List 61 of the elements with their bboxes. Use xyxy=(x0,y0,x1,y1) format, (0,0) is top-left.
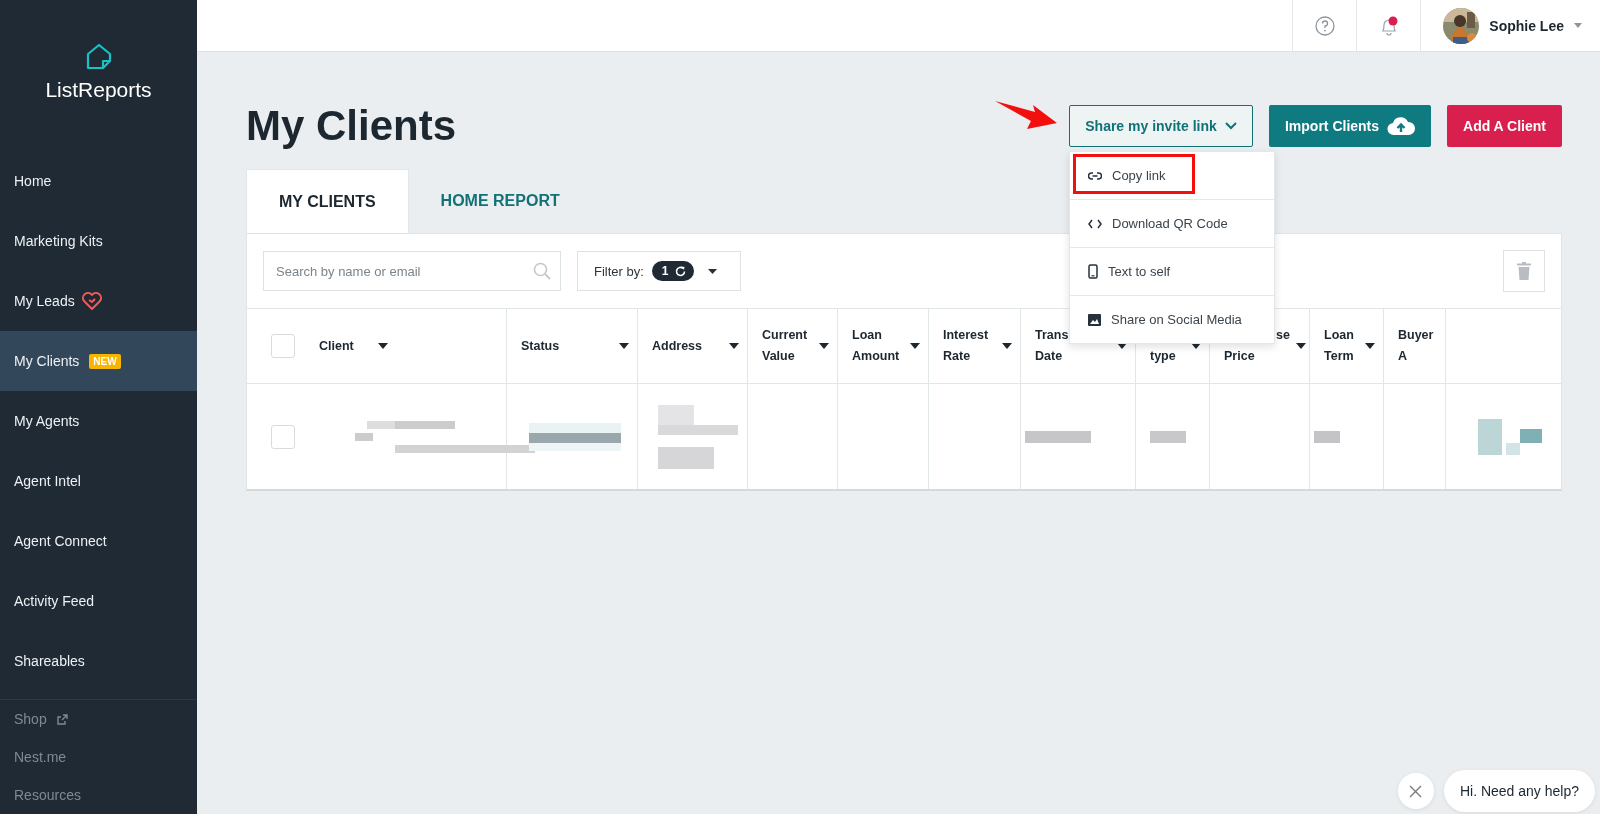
heart-icon xyxy=(80,291,103,311)
filter-dropdown[interactable]: Filter by: 1 xyxy=(577,251,741,291)
caret-icon[interactable] xyxy=(1574,23,1582,28)
trash-icon xyxy=(1517,262,1531,280)
user-name[interactable]: Sophie Lee xyxy=(1489,17,1564,34)
image-icon xyxy=(1088,313,1101,326)
delete-button[interactable] xyxy=(1503,250,1545,292)
phone-icon xyxy=(1088,264,1098,279)
add-client-button[interactable]: Add A Client xyxy=(1447,105,1562,147)
link-icon xyxy=(1088,171,1102,180)
column-header[interactable]: Current Value xyxy=(762,325,808,367)
page-title: My Clients xyxy=(246,102,457,150)
caret-icon xyxy=(707,268,717,274)
nav-item[interactable]: Shareables xyxy=(0,631,197,691)
row-checkbox[interactable] xyxy=(271,424,295,449)
code-icon xyxy=(1088,218,1102,229)
column-header[interactable]: Address xyxy=(652,335,703,357)
nav-item[interactable]: My Agents xyxy=(0,391,197,451)
nav-item[interactable]: My Leads xyxy=(0,271,197,331)
nav-link[interactable]: Nest.me xyxy=(0,738,197,776)
filter-count-badge: 1 xyxy=(651,261,694,281)
chat-bubble[interactable]: Hi. Need any help? xyxy=(1443,770,1595,812)
refresh-icon xyxy=(674,265,686,277)
column-header[interactable]: Loan Amount xyxy=(852,325,900,367)
help-icon[interactable] xyxy=(1314,15,1335,36)
share-invite-link-button[interactable]: Share my invite link xyxy=(1069,105,1253,147)
chevron-icon xyxy=(1224,122,1237,130)
nav-item[interactable]: My Clients NEW xyxy=(0,331,197,391)
blurred-text xyxy=(1150,430,1186,443)
column-header[interactable]: Loan Term xyxy=(1324,325,1354,367)
new-badge: NEW xyxy=(89,353,121,369)
select-all-checkbox[interactable] xyxy=(271,334,295,358)
nav-item[interactable]: Activity Feed xyxy=(0,571,197,631)
column-header[interactable]: type xyxy=(1150,346,1176,367)
column-header[interactable]: Buyer A xyxy=(1398,325,1437,367)
column-header[interactable]: Interest Rate xyxy=(943,325,989,367)
blurred-text xyxy=(1314,430,1340,443)
search-icon xyxy=(533,262,551,280)
tab[interactable]: HOME REPORT xyxy=(408,169,592,233)
logo-text: ListReports xyxy=(45,78,152,102)
column-header[interactable]: Status xyxy=(521,335,560,357)
search-field[interactable]: Search by name or email xyxy=(263,251,561,291)
nav-item[interactable]: Marketing Kits xyxy=(0,211,197,271)
column-header[interactable]: Client xyxy=(319,335,354,357)
column-header[interactable]: Trans Date xyxy=(1035,325,1069,367)
menu-item[interactable]: Text to self xyxy=(1070,248,1274,296)
nav-link[interactable]: Shop xyxy=(0,700,197,738)
nav-item[interactable]: Agent Intel xyxy=(0,451,197,511)
nav-item[interactable]: Home xyxy=(0,151,197,211)
cloud-upload-icon xyxy=(1387,116,1416,136)
close-icon xyxy=(1409,784,1423,798)
close-button[interactable] xyxy=(1397,773,1434,809)
menu-item[interactable]: Share on Social Media xyxy=(1070,296,1274,343)
menu-item[interactable]: Download QR Code xyxy=(1070,200,1274,248)
tab[interactable]: MY CLIENTS xyxy=(246,169,409,233)
blurred-text xyxy=(1478,418,1542,455)
menu-item[interactable]: Copy link xyxy=(1070,152,1274,200)
import-clients-button[interactable]: Import Clients xyxy=(1269,105,1431,147)
nav-link[interactable]: Resources xyxy=(0,776,197,814)
blurred-text xyxy=(1025,430,1091,443)
nav-item[interactable]: Agent Connect xyxy=(0,511,197,571)
